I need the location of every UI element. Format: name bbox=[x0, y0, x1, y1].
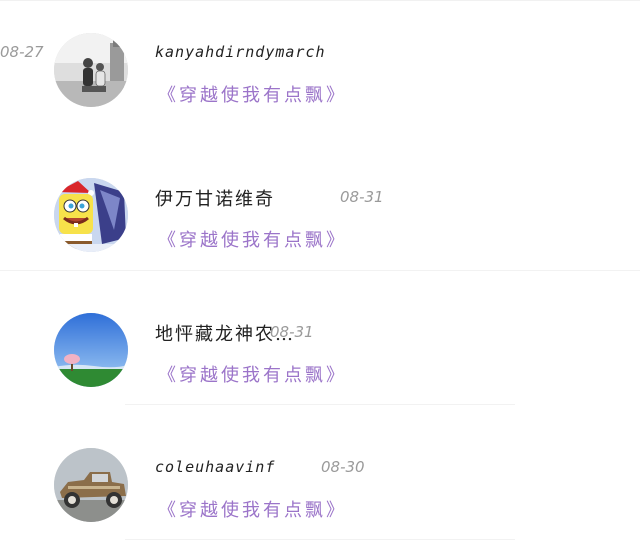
comment-list: 伊万甘诺维奇 08-31 《穿越使我有点飘》 地怦藏龙神农… 08-31 《穿越… bbox=[0, 0, 640, 543]
comment-date: 08-31 bbox=[340, 188, 384, 206]
spongebob-avatar-icon[interactable] bbox=[54, 178, 128, 252]
row-divider bbox=[125, 404, 515, 405]
row-divider bbox=[125, 539, 515, 540]
landscape-tree-avatar-icon[interactable] bbox=[54, 313, 128, 387]
couple-photo-avatar-icon[interactable] bbox=[54, 33, 128, 107]
book-title-link[interactable]: 《穿越使我有点飘》 bbox=[158, 496, 347, 522]
book-title-link[interactable]: 《穿越使我有点飘》 bbox=[158, 81, 347, 107]
book-title-link[interactable]: 《穿越使我有点飘》 bbox=[158, 226, 347, 252]
comment-username[interactable]: 伊万甘诺维奇 bbox=[155, 185, 275, 211]
comment-date: 08-30 bbox=[321, 458, 365, 476]
comment-item: kanyahdirndymarch 08-27 《穿越使我有点飘》 bbox=[0, 0, 640, 135]
comment-date: 08-27 bbox=[0, 43, 44, 61]
comment-item: 地怦藏龙神农… 08-31 《穿越使我有点飘》 bbox=[0, 280, 640, 415]
comment-date: 08-31 bbox=[270, 323, 314, 341]
comment-item: coleuhaavinf 08-30 《穿越使我有点飘》 bbox=[0, 415, 640, 543]
comment-username[interactable]: kanyahdirndymarch bbox=[155, 43, 326, 61]
comment-username[interactable]: coleuhaavinf bbox=[155, 458, 275, 476]
row-divider bbox=[0, 270, 640, 271]
book-title-link[interactable]: 《穿越使我有点飘》 bbox=[158, 361, 347, 387]
vintage-car-avatar-icon[interactable] bbox=[54, 448, 128, 522]
comment-item: 伊万甘诺维奇 08-31 《穿越使我有点飘》 bbox=[0, 145, 640, 280]
